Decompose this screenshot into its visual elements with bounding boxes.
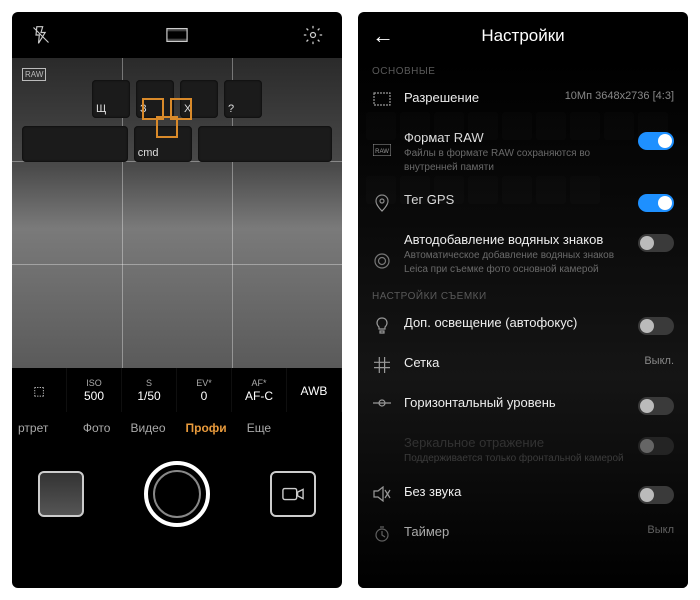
row-grid[interactable]: Сетка Выкл. (358, 346, 688, 386)
pro-params-bar: ⬚ ISO500 S1/50 EV*0 AF*AF-C AWB (12, 368, 342, 412)
mute-icon (372, 486, 392, 502)
camera-screen: RAW Щ З Х ? cmd ⬚ ISO500 S1/50 EV*0 AF*A… (12, 12, 342, 588)
toggle-lighting[interactable] (638, 317, 674, 335)
mode-selector[interactable]: ртрет Фото Видео Профи Еще (12, 412, 342, 444)
keyboard-key: ? (224, 80, 262, 118)
settings-list[interactable]: ОСНОВНЫЕ Разрешение 10Мп 3648x2736 [4:3]… (358, 60, 688, 588)
param-iso[interactable]: ISO500 (67, 368, 122, 412)
film-icon[interactable] (166, 24, 188, 46)
section-main: ОСНОВНЫЕ (358, 60, 688, 81)
timer-icon (372, 526, 392, 542)
row-timer[interactable]: Таймер Выкл (358, 515, 688, 555)
settings-title: Настройки (481, 26, 564, 46)
settings-gear-icon[interactable] (302, 24, 324, 46)
location-icon (372, 194, 392, 212)
svg-text:RAW: RAW (375, 149, 389, 155)
toggle-gps[interactable] (638, 194, 674, 212)
mode-item-cut[interactable]: ртрет (18, 421, 48, 435)
toggle-watermark[interactable] (638, 234, 674, 252)
gallery-thumbnail[interactable] (38, 471, 84, 517)
toggle-mirror (638, 437, 674, 455)
resolution-icon (372, 92, 392, 106)
row-mirror: Зеркальное отражение Поддерживается толь… (358, 426, 688, 475)
row-watermark[interactable]: Автодобавление водяных знаков Автоматиче… (358, 223, 688, 285)
param-wb[interactable]: AWB (287, 368, 342, 412)
settings-header: ← Настройки (358, 12, 688, 60)
bulb-icon (372, 317, 392, 335)
horizon-icon (372, 397, 392, 409)
settings-screen: ← Настройки ОСНОВНЫЕ Разрешение 10Мп 364… (358, 12, 688, 588)
keyboard-key (22, 126, 128, 162)
mode-photo[interactable]: Фото (83, 421, 111, 435)
shutter-button[interactable] (144, 461, 210, 527)
grid-icon (372, 357, 392, 373)
shutter-row (12, 444, 342, 544)
toggle-horizon[interactable] (638, 397, 674, 415)
row-raw[interactable]: RAW Формат RAW Файлы в формате RAW сохра… (358, 121, 688, 183)
mode-more[interactable]: Еще (247, 421, 271, 435)
back-arrow-icon[interactable]: ← (372, 23, 394, 49)
param-af[interactable]: AF*AF-C (232, 368, 287, 412)
row-lighting[interactable]: Доп. освещение (автофокус) (358, 306, 688, 346)
param-ev[interactable]: EV*0 (177, 368, 232, 412)
toggle-raw[interactable] (638, 132, 674, 150)
flash-off-icon[interactable] (30, 24, 52, 46)
watermark-icon (372, 252, 392, 270)
keyboard-key (198, 126, 332, 162)
focus-indicator (142, 98, 212, 138)
camera-topbar (12, 12, 342, 58)
row-horizon[interactable]: Горизонтальный уровень (358, 386, 688, 426)
section-shooting: НАСТРОЙКИ СЪЕМКИ (358, 285, 688, 306)
toggle-mute[interactable] (638, 486, 674, 504)
raw-icon: RAW (372, 144, 392, 156)
param-shutter[interactable]: S1/50 (122, 368, 177, 412)
keyboard-key: Щ (92, 80, 130, 118)
row-resolution[interactable]: Разрешение 10Мп 3648x2736 [4:3] (358, 81, 688, 121)
row-mute[interactable]: Без звука (358, 475, 688, 515)
mode-pro[interactable]: Профи (186, 421, 227, 435)
param-metering[interactable]: ⬚ (12, 368, 67, 412)
camera-viewfinder[interactable]: RAW Щ З Х ? cmd (12, 58, 342, 368)
video-switch-button[interactable] (270, 471, 316, 517)
row-gps[interactable]: Тег GPS (358, 183, 688, 223)
mode-video[interactable]: Видео (130, 421, 165, 435)
grid-line (12, 264, 342, 265)
